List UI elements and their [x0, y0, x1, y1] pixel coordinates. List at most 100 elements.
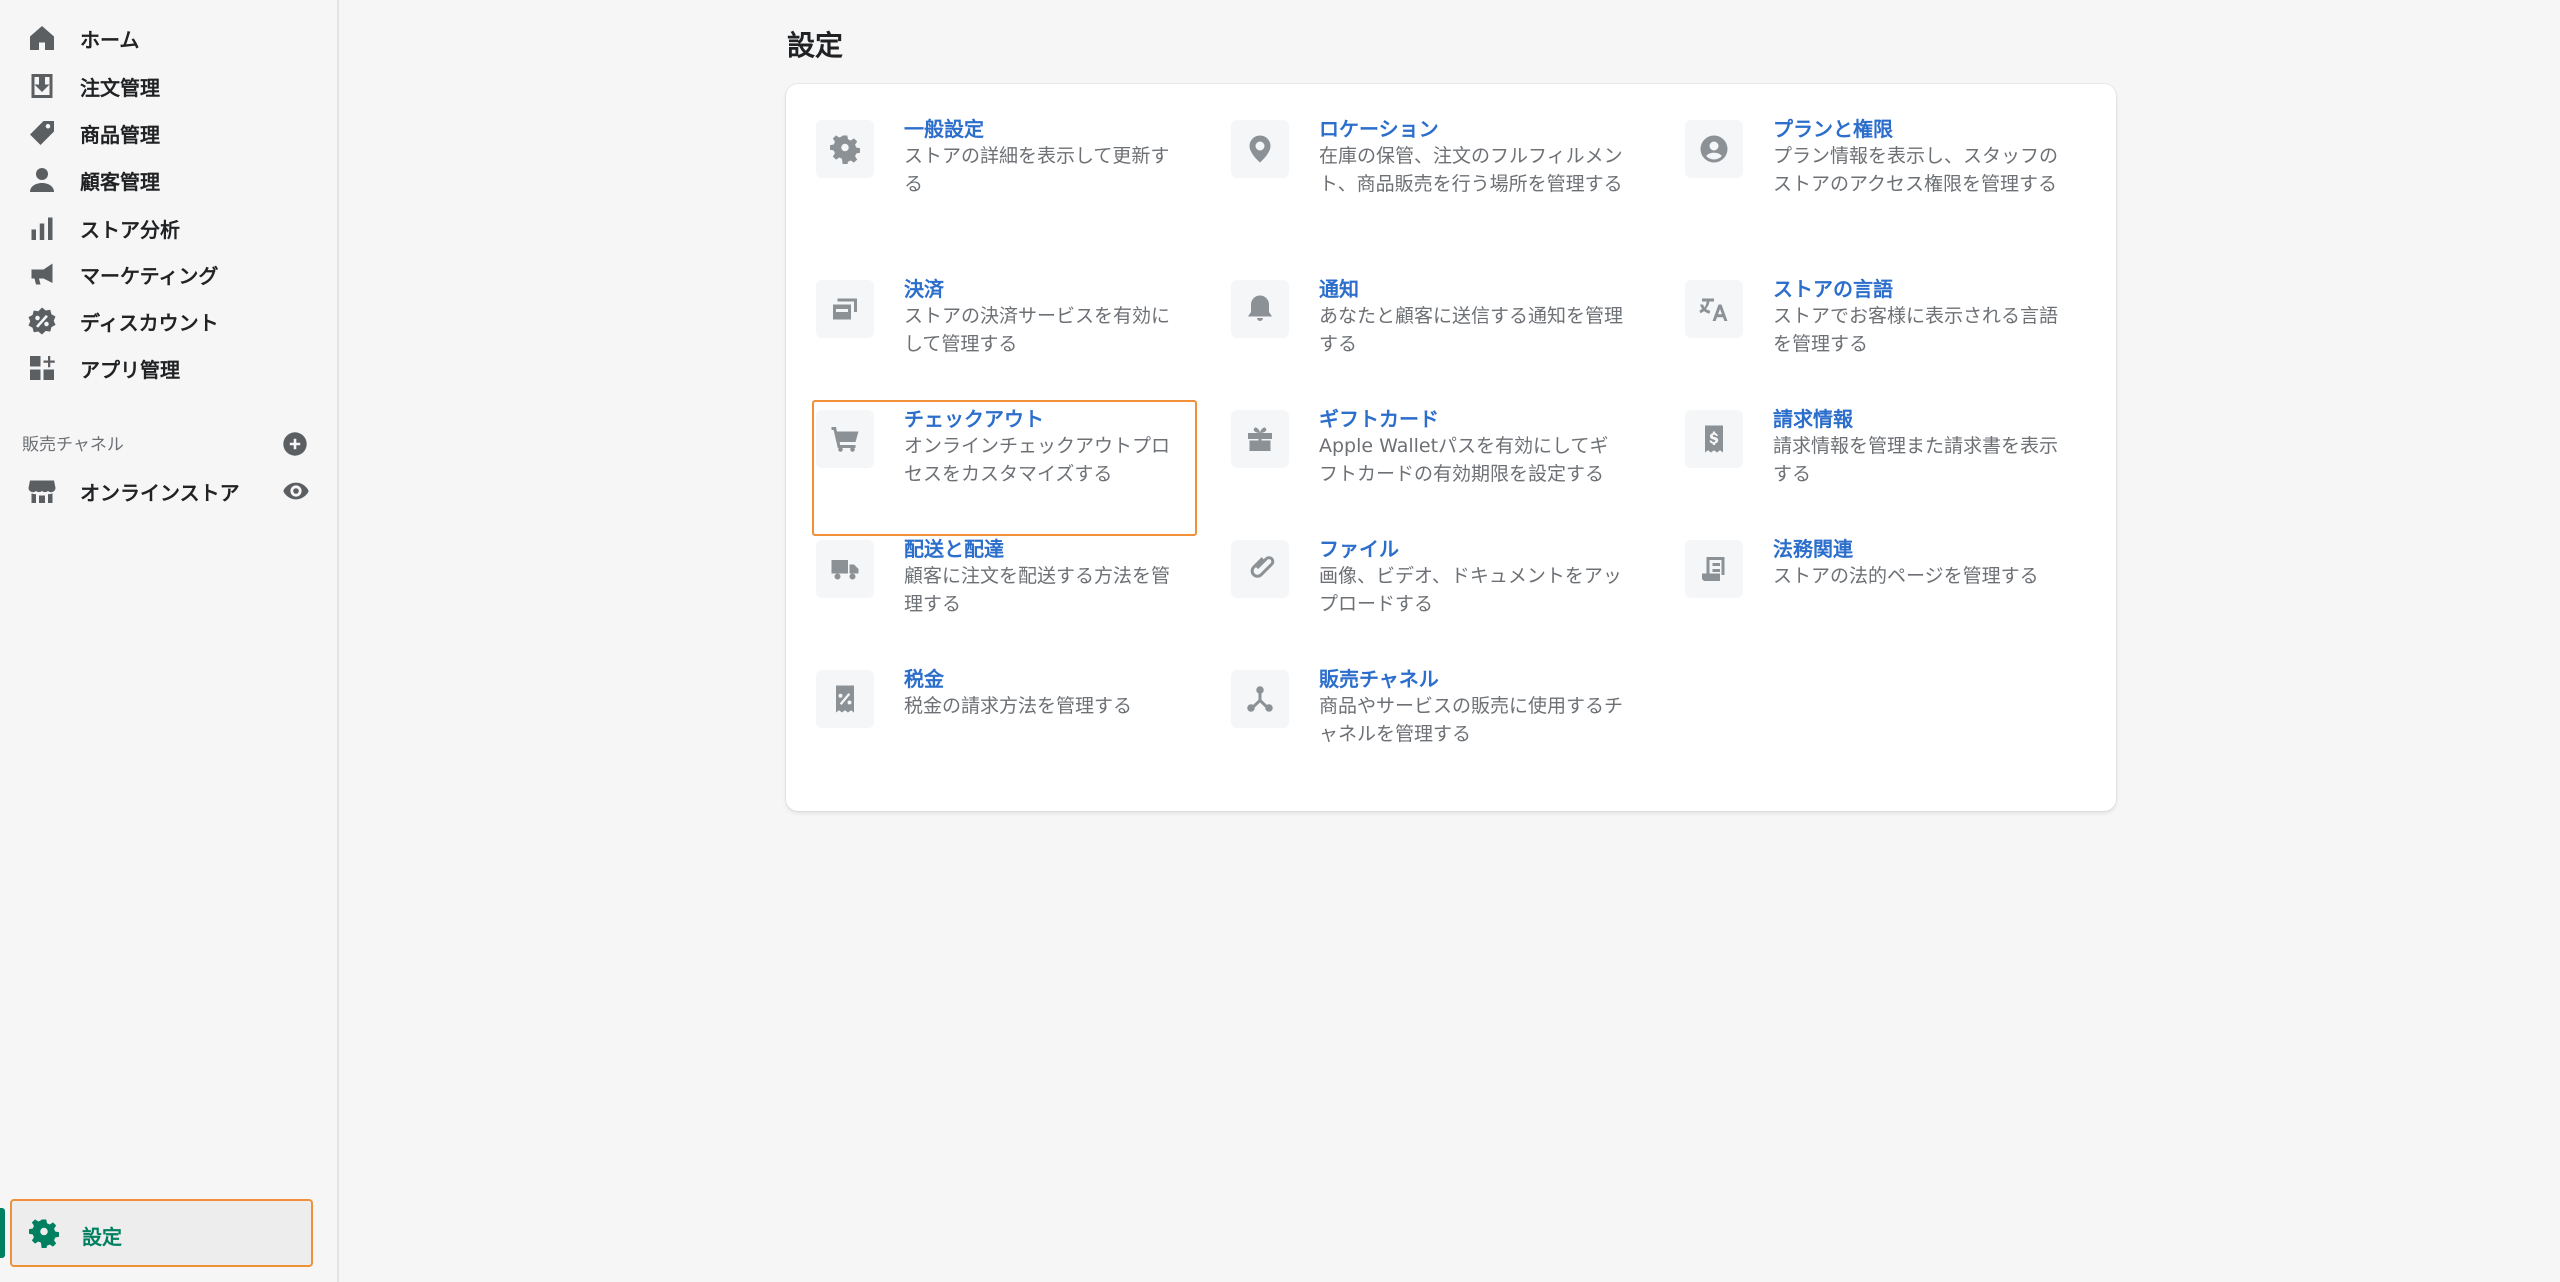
analytics-icon — [26, 212, 58, 244]
nav-item-customers[interactable]: 顧客管理 — [0, 158, 330, 202]
page-title: 設定 — [787, 29, 844, 62]
tile-title: 販売チャネル — [1319, 667, 1439, 691]
nav-item-discounts[interactable]: ディスカウント — [0, 299, 330, 343]
nav-item-home[interactable]: ホーム — [0, 16, 330, 60]
tile-text: プランと権限 プラン情報を表示し、スタッフのストアのアクセス権限を管理する — [1773, 116, 2068, 198]
tile-text: 通知 あなたと顧客に送信する通知を管理する — [1319, 276, 1624, 358]
tile-title: プランと権限 — [1773, 117, 1893, 141]
receipt-icon — [1685, 410, 1743, 468]
view-store-button[interactable] — [282, 477, 310, 505]
tile-text: チェックアウト オンラインチェックアウトプロセスをカスタマイズする — [904, 406, 1174, 488]
user-circle-icon — [1685, 120, 1743, 178]
nav-item-settings[interactable]: 設定 — [10, 1199, 313, 1267]
active-indicator — [0, 1208, 5, 1258]
tile-text: 決済 ストアの決済サービスを有効にして管理する — [904, 276, 1174, 358]
nav-item-marketing[interactable]: マーケティング — [0, 252, 330, 296]
settings-tile-payments[interactable]: 決済 ストアの決済サービスを有効にして管理する — [804, 268, 1184, 398]
settings-tile-general[interactable]: 一般設定 ストアの詳細を表示して更新する — [804, 108, 1184, 238]
tile-text: 法務関連 ストアの法的ページを管理する — [1773, 536, 2068, 590]
settings-tile-sales-channels[interactable]: 販売チャネル 商品やサービスの販売に使用するチャネルを管理する — [1219, 658, 1639, 788]
link-icon — [1231, 540, 1289, 598]
gear-icon — [816, 120, 874, 178]
channels-icon — [1231, 670, 1289, 728]
gear-icon — [28, 1217, 60, 1249]
home-icon — [26, 22, 58, 54]
tile-description: プラン情報を表示し、スタッフのストアのアクセス権限を管理する — [1773, 145, 2059, 195]
nav-label: 顧客管理 — [80, 169, 160, 194]
tile-description: あなたと顧客に送信する通知を管理する — [1319, 305, 1624, 355]
tile-description: 税金の請求方法を管理する — [904, 695, 1133, 717]
nav-label: 注文管理 — [80, 75, 160, 100]
settings-card: 一般設定 ストアの詳細を表示して更新する ロケーション 在庫の保管、注文のフルフ… — [786, 84, 2116, 811]
tile-text: 一般設定 ストアの詳細を表示して更新する — [904, 116, 1174, 198]
tag-icon — [26, 117, 58, 149]
sales-channels-heading: 販売チャネル — [22, 435, 124, 455]
nav-item-apps[interactable]: アプリ管理 — [0, 346, 330, 390]
tile-title: ギフトカード — [1319, 407, 1439, 431]
store-icon — [26, 475, 58, 507]
tile-description: ストアの決済サービスを有効にして管理する — [904, 305, 1171, 355]
tile-title: 通知 — [1319, 277, 1359, 301]
settings-tile-taxes[interactable]: 税金 税金の請求方法を管理する — [804, 658, 1184, 788]
tile-title: 税金 — [904, 667, 944, 691]
tile-text: 配送と配達 顧客に注文を配送する方法を管理する — [904, 536, 1174, 618]
tile-text: 販売チャネル 商品やサービスの販売に使用するチャネルを管理する — [1319, 666, 1624, 748]
tile-text: 税金 税金の請求方法を管理する — [904, 666, 1174, 720]
settings-tile-shipping[interactable]: 配送と配達 顧客に注文を配送する方法を管理する — [804, 528, 1184, 658]
settings-tile-checkout[interactable]: チェックアウト オンラインチェックアウトプロセスをカスタマイズする — [804, 398, 1184, 528]
settings-tile-gift-cards[interactable]: ギフトカード Apple Walletパスを有効にしてギフトカードの有効期限を設… — [1219, 398, 1639, 528]
nav-label: オンラインストア — [80, 480, 240, 505]
gift-icon — [1231, 410, 1289, 468]
orders-icon — [26, 70, 58, 102]
tile-description: ストアの詳細を表示して更新する — [904, 145, 1170, 195]
tile-description: Apple Walletパスを有効にしてギフトカードの有効期限を設定する — [1319, 435, 1609, 485]
megaphone-icon — [26, 258, 58, 290]
settings-tile-locations[interactable]: ロケーション 在庫の保管、注文のフルフィルメント、商品販売を行う場所を管理する — [1219, 108, 1639, 238]
tile-description: オンラインチェックアウトプロセスをカスタマイズする — [904, 435, 1171, 485]
location-icon — [1231, 120, 1289, 178]
nav-item-products[interactable]: 商品管理 — [0, 111, 330, 155]
tile-description: 画像、ビデオ、ドキュメントをアップロードする — [1319, 565, 1622, 615]
tile-title: ストアの言語 — [1773, 277, 1893, 301]
tile-title: ファイル — [1319, 537, 1399, 561]
settings-tile-notifications[interactable]: 通知 あなたと顧客に送信する通知を管理する — [1219, 268, 1639, 398]
nav-label: ホーム — [80, 27, 140, 52]
tile-description: ストアの法的ページを管理する — [1773, 565, 2039, 587]
nav-item-analytics[interactable]: ストア分析 — [0, 206, 330, 250]
cart-icon — [816, 410, 874, 468]
add-channel-button[interactable] — [282, 431, 308, 457]
bell-icon — [1231, 280, 1289, 338]
tile-title: 配送と配達 — [904, 537, 1004, 561]
document-icon — [1685, 540, 1743, 598]
tile-title: 決済 — [904, 277, 944, 301]
sidebar: ホーム 注文管理 商品管理 顧客管理 ストア分析 マーケティング ディスカウント — [0, 0, 339, 1282]
nav-label: マーケティング — [80, 263, 219, 288]
tile-title: ロケーション — [1319, 117, 1439, 141]
settings-tile-plan-permissions[interactable]: プランと権限 プラン情報を表示し、スタッフのストアのアクセス権限を管理する — [1673, 108, 2093, 238]
tile-text: ギフトカード Apple Walletパスを有効にしてギフトカードの有効期限を設… — [1319, 406, 1624, 488]
nav-label: ディスカウント — [80, 310, 219, 335]
tile-text: 請求情報 請求情報を管理また請求書を表示する — [1773, 406, 2068, 488]
nav-item-orders[interactable]: 注文管理 — [0, 64, 330, 108]
customer-icon — [26, 164, 58, 196]
nav-label: 設定 — [82, 1225, 122, 1249]
tile-title: 一般設定 — [904, 117, 984, 141]
tile-title: 法務関連 — [1773, 537, 1853, 561]
tile-text: ファイル 画像、ビデオ、ドキュメントをアップロードする — [1319, 536, 1624, 618]
nav-label: ストア分析 — [80, 217, 180, 242]
settings-tile-files[interactable]: ファイル 画像、ビデオ、ドキュメントをアップロードする — [1219, 528, 1639, 658]
eye-icon — [283, 482, 309, 500]
tile-text: ロケーション 在庫の保管、注文のフルフィルメント、商品販売を行う場所を管理する — [1319, 116, 1624, 198]
tile-description: 請求情報を管理また請求書を表示する — [1773, 435, 2059, 485]
tile-title: 請求情報 — [1773, 407, 1853, 431]
truck-icon — [816, 540, 874, 598]
translate-icon — [1685, 280, 1743, 338]
settings-tile-store-languages[interactable]: ストアの言語 ストアでお客様に表示される言語を管理する — [1673, 268, 2093, 398]
tile-description: ストアでお客様に表示される言語を管理する — [1773, 305, 2059, 355]
tile-text: ストアの言語 ストアでお客様に表示される言語を管理する — [1773, 276, 2068, 358]
discount-icon — [26, 305, 58, 337]
settings-tile-billing[interactable]: 請求情報 請求情報を管理また請求書を表示する — [1673, 398, 2093, 528]
apps-icon — [26, 352, 58, 384]
settings-tile-legal[interactable]: 法務関連 ストアの法的ページを管理する — [1673, 528, 2093, 658]
nav-item-online-store[interactable]: オンラインストア — [0, 469, 330, 513]
